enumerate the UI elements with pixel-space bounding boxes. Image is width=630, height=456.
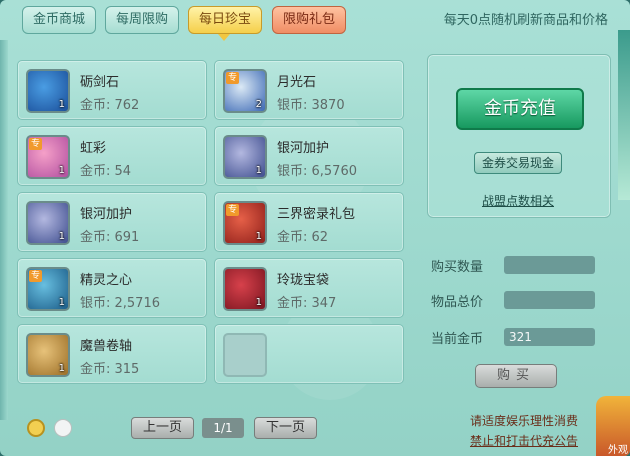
item-price: 金币: 62 [277, 230, 329, 245]
necklace-icon: 1 [223, 135, 267, 179]
item-card[interactable]: 专 1 虹彩 金币: 54 [17, 126, 207, 186]
gift-bag-icon: 专1 [223, 201, 267, 245]
qty-label: 购买数量 [431, 260, 484, 275]
current-gold-label: 当前金币 [431, 332, 484, 347]
alliance-points-link[interactable]: 战盟点数相关 [472, 192, 564, 209]
toggle-dot-icon[interactable] [54, 419, 72, 437]
item-card[interactable]: 1 银河加护金币: 691 [17, 192, 207, 252]
item-count: 1 [255, 231, 262, 242]
scroll-icon: 1 [26, 333, 70, 377]
item-name: 精灵之心 [80, 273, 133, 288]
exclusive-badge: 专 [29, 270, 43, 282]
item-name: 月光石 [277, 75, 317, 90]
voucher-trade-button[interactable]: 金券交易现金 [474, 152, 562, 174]
tab-gold-shop[interactable]: 金币商城 [22, 6, 96, 34]
item-count: 1 [58, 363, 65, 374]
item-price: 银币: 3870 [277, 98, 345, 113]
left-frame-decoration [0, 40, 8, 420]
item-price: 金币: 691 [80, 230, 140, 245]
next-page-button[interactable]: 下一页 [254, 417, 317, 439]
total-price-field [504, 291, 595, 309]
qty-field[interactable] [504, 256, 595, 274]
zoom-icon[interactable] [27, 419, 45, 437]
item-card[interactable]: 1 魔兽卷轴金币: 315 [17, 324, 207, 384]
item-price: 银币: 6,5760 [277, 164, 357, 179]
refresh-note: 每天0点随机刷新商品和价格 [443, 13, 608, 28]
empty-item-slot [214, 324, 404, 384]
total-price-label: 物品总价 [431, 295, 484, 310]
item-card[interactable]: 专 1 三界密录礼包 金币: 62 [214, 192, 404, 252]
item-count: 2 [255, 99, 262, 110]
tab-limited-gift[interactable]: 限购礼包 [272, 6, 346, 34]
item-card[interactable]: 专 1 精灵之心 银币: 2,5716 [17, 258, 207, 318]
moderate-spending-notice: 请适度娱乐理性消费 [469, 414, 578, 428]
item-price: 金币: 762 [80, 98, 140, 113]
item-count: 1 [58, 297, 65, 308]
item-card[interactable]: 1 砺剑石金币: 762 [17, 60, 207, 120]
empty-slot [223, 333, 267, 377]
item-price: 金币: 347 [277, 296, 337, 311]
item-card[interactable]: 1 银河加护银币: 6,5760 [214, 126, 404, 186]
item-count: 1 [58, 99, 65, 110]
tab-daily-treasure[interactable]: 每日珍宝 [188, 6, 262, 34]
mascot-icon[interactable]: 外观 [596, 396, 630, 456]
item-count: 1 [58, 231, 65, 242]
prev-page-button[interactable]: 上一页 [131, 417, 194, 439]
item-count: 1 [255, 165, 262, 176]
right-frame-decoration [618, 30, 630, 200]
active-tab-pointer [218, 34, 230, 41]
item-name: 魔兽卷轴 [80, 339, 133, 354]
exclusive-badge: 专 [29, 138, 43, 150]
item-count: 1 [58, 165, 65, 176]
item-name: 三界密录礼包 [277, 207, 356, 222]
exclusive-badge: 专 [226, 72, 240, 84]
page-indicator: 1/1 [202, 418, 244, 438]
item-card[interactable]: 专 2 月光石 银币: 3870 [214, 60, 404, 120]
item-card[interactable]: 1 玲珑宝袋金币: 347 [214, 258, 404, 318]
tab-weekly-limited[interactable]: 每周限购 [105, 6, 179, 34]
item-name: 银河加护 [277, 141, 330, 156]
anti-proxy-recharge-link[interactable]: 禁止和打击代充公告 [470, 432, 578, 449]
necklace-icon: 1 [26, 201, 70, 245]
item-count: 1 [255, 297, 262, 308]
item-price: 银币: 2,5716 [80, 296, 160, 311]
moonstone-icon: 专2 [223, 69, 267, 113]
mascot-label: 外观 [608, 445, 628, 456]
spirit-heart-icon: 专1 [26, 267, 70, 311]
buy-button[interactable]: 购买 [475, 364, 557, 388]
shop-panel: 金币商城 每周限购 每日珍宝 限购礼包 每天0点随机刷新商品和价格 1 砺剑石金币… [0, 0, 630, 456]
item-price: 金币: 54 [80, 164, 132, 179]
treasure-pouch-icon: 1 [223, 267, 267, 311]
gold-recharge-button[interactable]: 金币充值 [456, 88, 584, 130]
current-gold-field: 321 [504, 328, 595, 346]
item-name: 虹彩 [80, 141, 107, 156]
blue-crystal-icon: 1 [26, 69, 70, 113]
item-name: 玲珑宝袋 [277, 273, 330, 288]
exclusive-badge: 专 [226, 204, 240, 216]
item-price: 金币: 315 [80, 362, 140, 377]
item-name: 银河加护 [80, 207, 133, 222]
item-name: 砺剑石 [80, 75, 120, 90]
potion-bottle-icon: 专1 [26, 135, 70, 179]
